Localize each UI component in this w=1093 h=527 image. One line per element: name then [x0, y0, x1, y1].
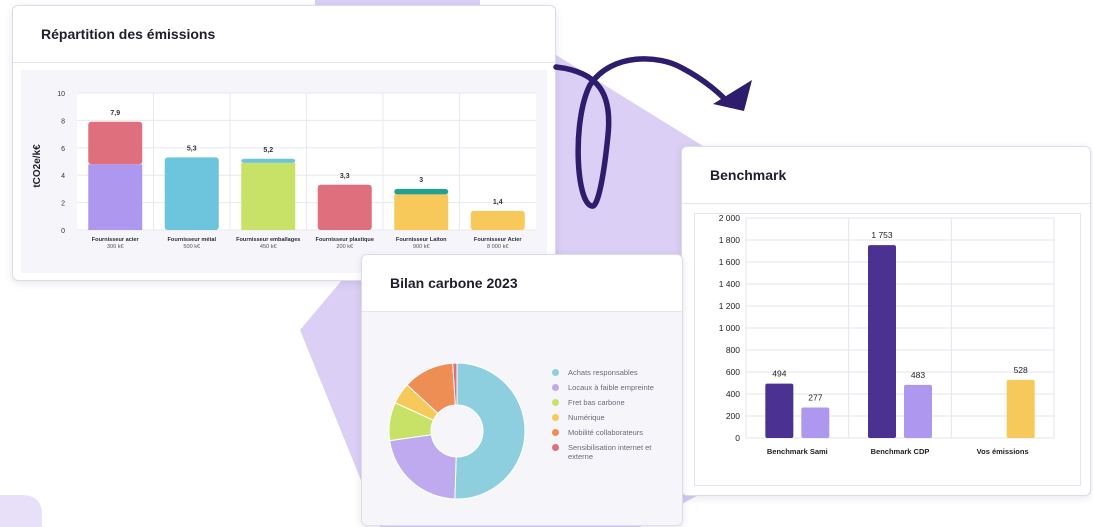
legend-label: Locaux à faible empreinte: [568, 383, 654, 392]
legend-label: Mobilité collaborateurs: [568, 428, 644, 437]
legend-label: Sensibilisation internet et externe: [568, 443, 652, 461]
y-tick-label: 0: [735, 433, 740, 443]
donut-legend: Achats responsables Locaux à faible empre…: [552, 368, 668, 467]
y-tick-label: 1 000: [719, 323, 741, 333]
bar-value-label: 1 753: [871, 230, 893, 240]
bar: [1006, 379, 1035, 438]
bar-value-label: 528: [1014, 365, 1028, 375]
x-tick-label: Benchmark CDP: [871, 447, 930, 456]
carbon-footprint-card: Bilan carbone 2023 Achats responsables Lo…: [361, 254, 683, 526]
benchmark-card: Benchmark 0 200 400 600 800 1 000 1 200 1 400 1 …: [681, 146, 1091, 496]
legend-item: Mobilité collaborateurs: [552, 428, 668, 437]
benchmark-bar-chart: 0 200 400 600 800 1 000 1 200 1 400 1 600 1 800 2 …: [719, 213, 1055, 456]
bar-value-label: 483: [911, 370, 925, 380]
y-tick-label: 1 400: [719, 279, 741, 289]
legend-label: Fret bas carbone: [568, 398, 625, 407]
bar-value-label: 277: [808, 393, 822, 403]
legend-color-dot: [552, 444, 559, 451]
y-tick-label: 1 200: [719, 301, 741, 311]
card-title: Bilan carbone 2023: [362, 255, 682, 312]
x-tick-label: Vos émissions: [977, 447, 1029, 456]
y-tick-label: 200: [726, 411, 740, 421]
bar: [868, 245, 896, 438]
y-tick-label: 1 600: [719, 257, 741, 267]
legend-item: Locaux à faible empreinte: [552, 383, 668, 392]
legend-item: Sensibilisation internet et externe: [552, 443, 668, 461]
legend-color-dot: [552, 384, 559, 391]
legend-item: Achats responsables: [552, 368, 668, 377]
legend-label: Achats responsables: [568, 368, 638, 377]
y-tick-label: 400: [726, 389, 740, 399]
bar: [904, 384, 932, 438]
y-tick-label: 2 000: [719, 213, 741, 223]
legend-item: Numérique: [552, 413, 668, 422]
legend-color-dot: [552, 429, 559, 436]
y-tick-label: 1 800: [719, 235, 741, 245]
carbon-donut-chart: [388, 362, 526, 500]
bar: [765, 383, 794, 438]
card-title: Benchmark: [682, 147, 1090, 204]
legend-color-dot: [552, 399, 559, 406]
x-tick-label: Benchmark Sami: [767, 447, 828, 456]
y-tick-label: 800: [726, 345, 740, 355]
legend-label: Numérique: [568, 413, 605, 422]
legend-color-dot: [552, 369, 559, 376]
bar: [801, 407, 830, 438]
legend-color-dot: [552, 414, 559, 421]
legend-item: Fret bas carbone: [552, 398, 668, 407]
donut-slice: [454, 362, 526, 500]
y-tick-label: 600: [726, 367, 740, 377]
donut-slice: [389, 434, 457, 500]
bar-value-label: 494: [772, 369, 786, 379]
